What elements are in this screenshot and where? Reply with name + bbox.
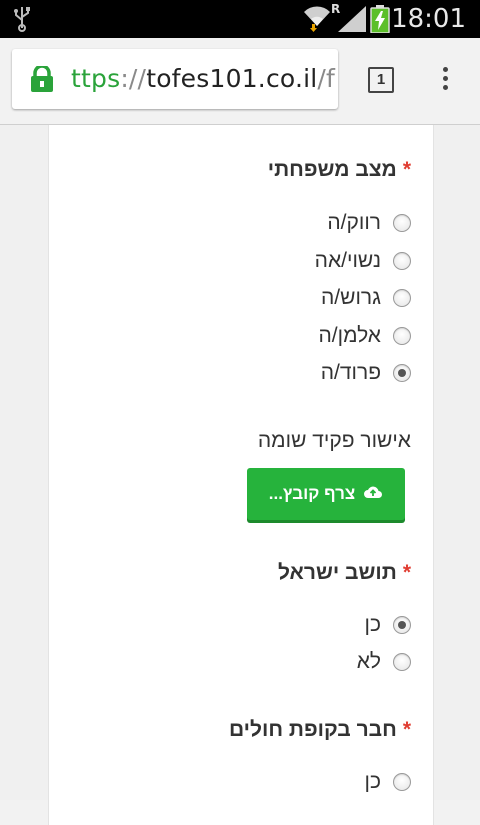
option-label: כן [364, 613, 381, 636]
radio-option-separated[interactable]: פרוד/ה [321, 361, 411, 385]
radio-option-resident-no[interactable]: לא [357, 650, 411, 674]
marital-status-label-text: מצב משפחתי [267, 158, 397, 181]
required-marker: * [402, 718, 411, 741]
option-label: פרוד/ה [320, 361, 381, 384]
usb-icon [12, 6, 32, 37]
israeli-resident-label-text: תושב ישראל [277, 561, 397, 584]
lock-icon[interactable] [30, 64, 54, 97]
cloud-upload-icon [363, 484, 383, 504]
radio-button[interactable] [393, 773, 411, 791]
url-path: /f [317, 64, 336, 93]
battery-charging-icon [370, 5, 390, 38]
israeli-resident-label: *תושב ישראל [278, 561, 411, 585]
form-card: *מצב משפחתי רווק/ה נשוי/אה גרוש/ה אלמן/ה… [48, 125, 434, 825]
attach-file-button[interactable]: צרף קובץ... [247, 468, 405, 520]
option-label: כן [364, 770, 381, 793]
guardian-approval-label: אישור פקיד שומה [257, 429, 411, 452]
url-scheme: ttps [71, 64, 121, 93]
radio-button[interactable] [393, 214, 411, 232]
url-text[interactable]: ttps://tofes101.co.il/f [71, 64, 335, 93]
option-label: גרוש/ה [320, 286, 381, 309]
signal-icon [338, 6, 366, 37]
radio-button-selected[interactable] [393, 364, 411, 382]
option-label: אלמן/ה [318, 324, 382, 347]
status-bar: R 18:01 [0, 0, 480, 38]
attach-file-label: צרף קובץ... [268, 484, 356, 503]
required-marker: * [402, 158, 411, 181]
radio-button[interactable] [393, 653, 411, 671]
option-label: רווק/ה [327, 211, 381, 234]
radio-option-single[interactable]: רווק/ה [327, 211, 411, 235]
status-clock: 18:01 [391, 4, 466, 34]
tab-switcher-button[interactable]: 1 [368, 67, 394, 93]
radio-button-selected[interactable] [393, 616, 411, 634]
option-label: נשוי/אה [314, 249, 381, 272]
url-host: tofes101.co.il [146, 64, 318, 93]
radio-button[interactable] [393, 252, 411, 270]
address-bar[interactable]: ttps://tofes101.co.il/f [12, 49, 338, 109]
radio-option-divorced[interactable]: גרוש/ה [321, 286, 411, 310]
wifi-icon [302, 4, 332, 37]
radio-button[interactable] [393, 289, 411, 307]
health-fund-label-text: חבר בקופת חולים [228, 718, 397, 741]
required-marker: * [402, 561, 411, 584]
option-label: לא [356, 650, 381, 673]
radio-option-resident-yes[interactable]: כן [365, 613, 411, 637]
overflow-menu-icon[interactable] [440, 67, 450, 94]
url-separator: :// [120, 64, 147, 93]
radio-option-widowed[interactable]: אלמן/ה [318, 324, 411, 348]
radio-button[interactable] [393, 327, 411, 345]
browser-toolbar: ttps://tofes101.co.il/f 1 [0, 38, 480, 125]
radio-option-married[interactable]: נשוי/אה [315, 249, 411, 273]
radio-option-health-fund-yes[interactable]: כן [365, 770, 411, 794]
page-content: *מצב משפחתי רווק/ה נשוי/אה גרוש/ה אלמן/ה… [0, 125, 480, 825]
health-fund-label: *חבר בקופת חולים [229, 718, 411, 742]
marital-status-label: *מצב משפחתי [268, 158, 411, 182]
